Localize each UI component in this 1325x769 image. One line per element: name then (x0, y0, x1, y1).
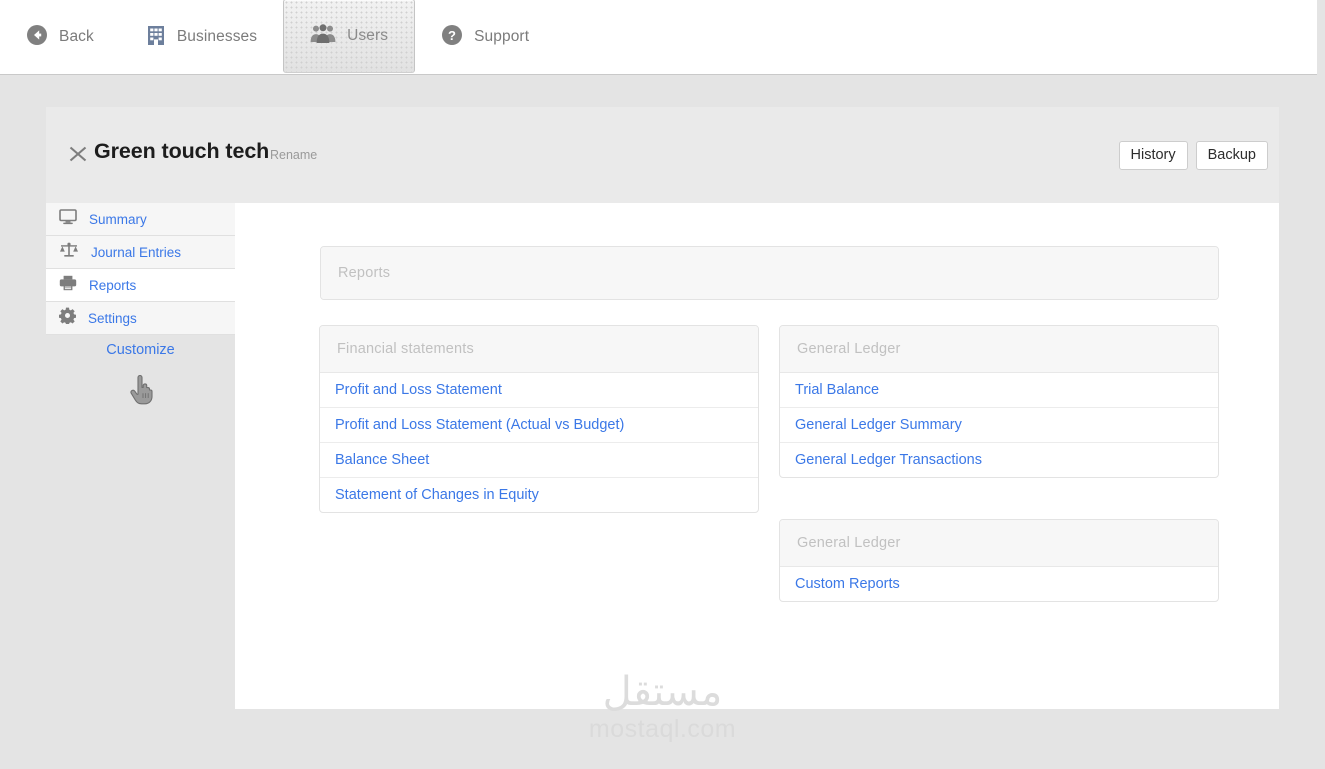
report-link-general-ledger-summary[interactable]: General Ledger Summary (780, 408, 1218, 443)
pointing-hand-cursor-icon (46, 374, 235, 410)
financial-statements-card-title: Financial statements (320, 326, 758, 373)
sidebar-item-summary[interactable]: Summary (46, 203, 235, 236)
sidebar: Summary Journal Entries Reports Settings… (46, 203, 235, 709)
printer-icon (59, 275, 77, 296)
tab-support-label: Support (474, 28, 530, 45)
tab-businesses-label: Businesses (176, 28, 258, 45)
building-icon (146, 24, 166, 51)
general-ledger-custom-card: General Ledger Custom Reports (779, 519, 1219, 602)
top-tab-bar: Back Businesses Users ? Support (0, 0, 1317, 75)
rename-link[interactable]: Rename (270, 148, 317, 162)
gear-icon (58, 307, 77, 329)
reports-content: Reports Financial statements Profit and … (235, 203, 1279, 709)
financial-statements-card: Financial statements Profit and Loss Sta… (319, 325, 759, 513)
tab-users-label: Users (347, 27, 389, 44)
top-tab-list: Back Businesses Users ? Support (0, 0, 1317, 74)
tab-businesses[interactable]: Businesses (120, 0, 283, 74)
customize-section: Customize (46, 341, 235, 410)
question-circle-icon: ? (441, 24, 463, 51)
back-arrow-circle-icon (26, 24, 48, 51)
reports-right-column: General Ledger Trial Balance General Led… (779, 325, 1219, 602)
sidebar-item-settings[interactable]: Settings (46, 302, 235, 335)
close-x-icon[interactable] (67, 143, 89, 165)
reports-page-card: Reports (320, 246, 1219, 300)
customize-link[interactable]: Customize (106, 342, 175, 358)
general-ledger-custom-card-title: General Ledger (780, 520, 1218, 567)
tab-users[interactable]: Users (283, 0, 416, 73)
report-link-balance-sheet[interactable]: Balance Sheet (320, 443, 758, 478)
sidebar-item-journal-entries-label: Journal Entries (91, 244, 182, 260)
tab-back-label: Back (59, 28, 94, 45)
sidebar-item-summary-label: Summary (89, 211, 147, 227)
general-ledger-card-title: General Ledger (780, 326, 1218, 373)
panel-header: Green touch tech Rename History Backup (46, 107, 1279, 203)
sidebar-item-journal-entries[interactable]: Journal Entries (46, 236, 235, 269)
panel-header-actions: History Backup (1118, 141, 1268, 171)
report-link-profit-and-loss-actual-vs-budget[interactable]: Profit and Loss Statement (Actual vs Bud… (320, 408, 758, 443)
monitor-icon (59, 208, 77, 230)
page-title: Green touch tech (94, 139, 270, 163)
report-link-trial-balance[interactable]: Trial Balance (780, 373, 1218, 408)
tab-support[interactable]: ? Support (415, 0, 555, 74)
tab-back[interactable]: Back (0, 0, 120, 74)
watermark-latin-text: mostaql.com (588, 715, 737, 743)
business-panel: Green touch tech Rename History Backup S… (46, 107, 1279, 709)
backup-button[interactable]: Backup (1195, 141, 1268, 171)
panel-body: Summary Journal Entries Reports Settings… (46, 203, 1279, 709)
svg-text:?: ? (448, 28, 456, 43)
users-group-icon (310, 23, 336, 49)
sidebar-item-reports-label: Reports (89, 277, 137, 293)
report-link-statement-of-changes-in-equity[interactable]: Statement of Changes in Equity (320, 478, 758, 512)
sidebar-item-reports[interactable]: Reports (46, 269, 235, 302)
report-link-profit-and-loss-statement[interactable]: Profit and Loss Statement (320, 373, 758, 408)
report-link-general-ledger-transactions[interactable]: General Ledger Transactions (780, 443, 1218, 477)
reports-page-card-title: Reports (321, 247, 1218, 299)
scales-icon (59, 242, 79, 263)
general-ledger-card: General Ledger Trial Balance General Led… (779, 325, 1219, 478)
reports-left-column: Financial statements Profit and Loss Sta… (319, 325, 759, 513)
report-link-custom-reports[interactable]: Custom Reports (780, 567, 1218, 601)
sidebar-item-settings-label: Settings (88, 310, 137, 326)
history-button[interactable]: History (1118, 141, 1188, 171)
